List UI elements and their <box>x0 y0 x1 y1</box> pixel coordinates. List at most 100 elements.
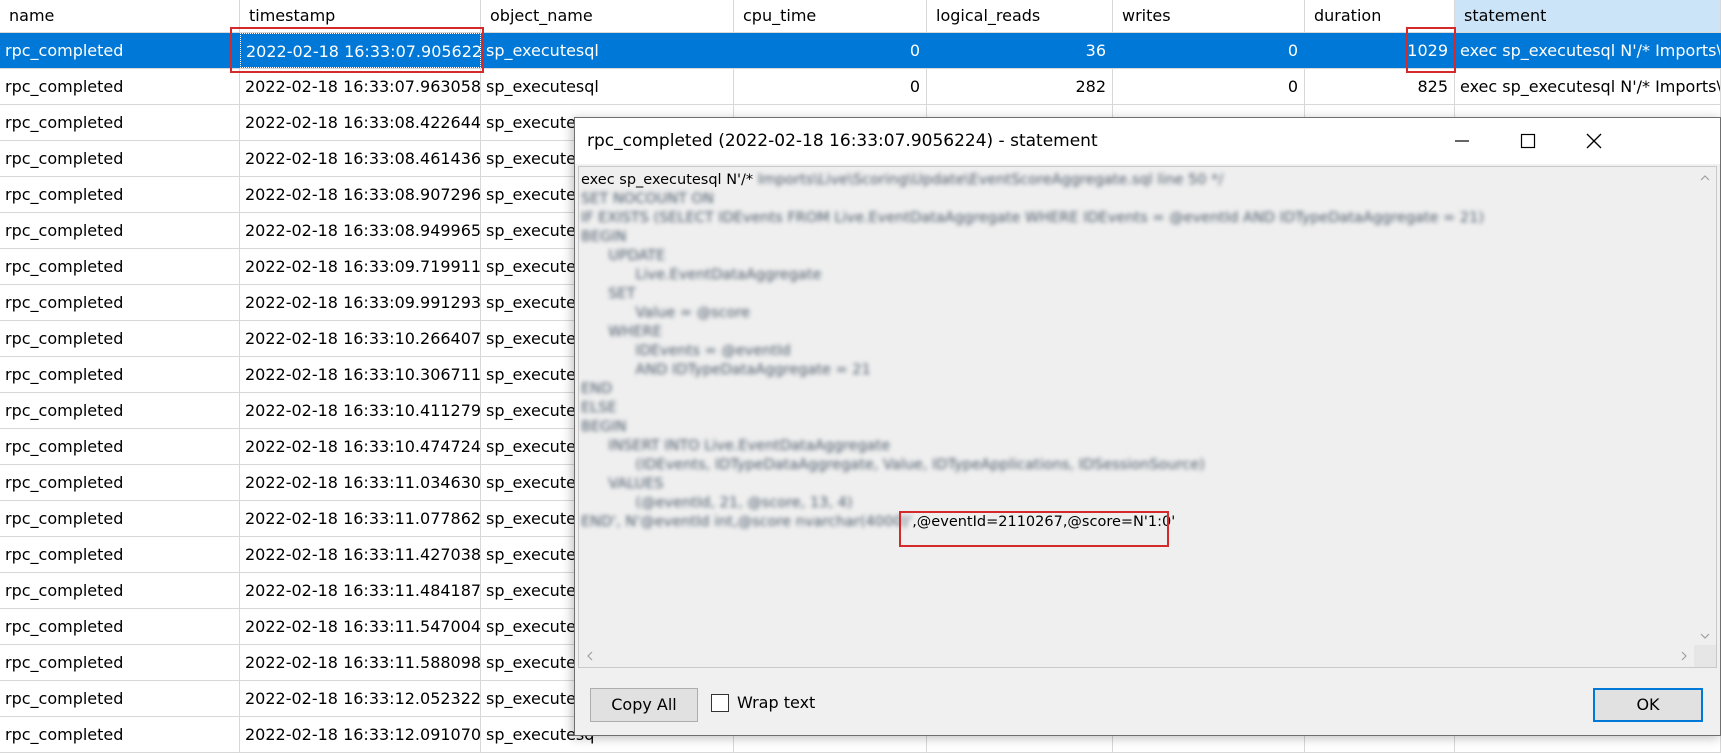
cell-timestamp[interactable]: 2022-02-18 16:33:08.4226442 <box>240 105 481 140</box>
cell-timestamp[interactable]: 2022-02-18 16:33:07.9056224 <box>240 33 481 68</box>
cell-timestamp[interactable]: 2022-02-18 16:33:10.3067118 <box>240 357 481 392</box>
statement-line: SET <box>599 286 636 302</box>
scroll-up-icon <box>1700 175 1710 181</box>
cell-timestamp[interactable]: 2022-02-18 16:33:11.5880981 <box>240 645 481 680</box>
statement-line: WHERE <box>599 324 662 340</box>
vertical-scrollbar[interactable] <box>1694 167 1716 647</box>
cell-cpu-time[interactable]: 0 <box>734 33 927 68</box>
statement-line: (IDEvents, IDTypeDataAggregate, Value, I… <box>617 457 1205 473</box>
cell-name[interactable]: rpc_completed <box>0 537 240 572</box>
column-header-cpu-time[interactable]: cpu_time <box>734 0 927 33</box>
cell-object-name[interactable]: sp_executesql <box>481 69 734 104</box>
maximize-icon <box>1520 133 1536 149</box>
cell-name[interactable]: rpc_completed <box>0 105 240 140</box>
cell-name[interactable]: rpc_completed <box>0 609 240 644</box>
copy-all-button[interactable]: Copy All <box>590 688 698 722</box>
cell-timestamp[interactable]: 2022-02-18 16:33:10.2664076 <box>240 321 481 356</box>
statement-line: VALUES <box>599 476 664 492</box>
cell-duration[interactable]: 1029 <box>1305 33 1455 68</box>
cell-name[interactable]: rpc_completed <box>0 141 240 176</box>
cell-name[interactable]: rpc_completed <box>0 717 240 752</box>
cell-name[interactable]: rpc_completed <box>0 69 240 104</box>
params-text: ,@eventId=2110267,@score=N'1:0' <box>912 514 1176 530</box>
statement-line: SET NOCOUNT ON <box>581 191 714 207</box>
cell-timestamp[interactable]: 2022-02-18 16:33:08.9499657 <box>240 213 481 248</box>
scroll-left-icon <box>587 651 593 661</box>
cell-name[interactable]: rpc_completed <box>0 465 240 500</box>
statement-text[interactable]: exec sp_executesql N'/* Imports\Live\Sco… <box>578 166 1717 668</box>
minimize-button[interactable] <box>1429 118 1495 164</box>
column-header-timestamp[interactable]: timestamp <box>240 0 481 33</box>
cell-timestamp[interactable]: 2022-02-18 16:33:11.0778621 <box>240 501 481 536</box>
cell-timestamp[interactable]: 2022-02-18 16:33:11.5470044 <box>240 609 481 644</box>
statement-line: IF EXISTS (SELECT IDEvents FROM Live.Eve… <box>581 210 1485 226</box>
statement-line: BEGIN <box>581 229 627 245</box>
cell-timestamp[interactable]: 2022-02-18 16:33:11.0346308 <box>240 465 481 500</box>
cell-timestamp[interactable]: 2022-02-18 16:33:09.7199117 <box>240 249 481 284</box>
cell-name[interactable]: rpc_completed <box>0 393 240 428</box>
close-button[interactable] <box>1561 118 1627 164</box>
cell-name[interactable]: rpc_completed <box>0 33 240 68</box>
table-row[interactable]: rpc_completed 2022-02-18 16:33:07.9056224… <box>0 33 1721 69</box>
dialog-title-bar[interactable]: rpc_completed (2022-02-18 16:33:07.90562… <box>575 118 1720 164</box>
cell-writes[interactable]: 0 <box>1113 69 1305 104</box>
cell-writes[interactable]: 0 <box>1113 33 1305 68</box>
scroll-down-icon <box>1700 633 1710 639</box>
column-header-object-name[interactable]: object_name <box>481 0 734 33</box>
cell-timestamp[interactable]: 2022-02-18 16:33:11.4270388 <box>240 537 481 572</box>
cell-name[interactable]: rpc_completed <box>0 501 240 536</box>
cell-timestamp[interactable]: 2022-02-18 16:33:12.0523223 <box>240 681 481 716</box>
statement-line: UPDATE <box>599 248 666 264</box>
column-header-duration[interactable]: duration <box>1305 0 1455 33</box>
cell-timestamp[interactable]: 2022-02-18 16:33:10.4747241 <box>240 429 481 464</box>
statement-line: END', N'@eventId int,@score nvarchar(400… <box>581 514 1176 530</box>
cell-statement[interactable]: exec sp_executesql N'/* Imports\Live <box>1455 69 1721 104</box>
statement-line: exec sp_executesql N'/* Imports\Live\Sco… <box>581 172 1224 188</box>
cell-cpu-time[interactable]: 0 <box>734 69 927 104</box>
column-header-name[interactable]: name <box>0 0 240 33</box>
cell-timestamp[interactable]: 2022-02-18 16:33:10.4112791 <box>240 393 481 428</box>
statement-line: AND IDTypeDataAggregate = 21 <box>617 362 871 378</box>
cell-name[interactable]: rpc_completed <box>0 429 240 464</box>
wrap-text-checkbox[interactable] <box>711 694 729 712</box>
statement-line: IDEvents = @eventId <box>617 343 791 359</box>
cell-timestamp[interactable]: 2022-02-18 16:33:08.9072960 <box>240 177 481 212</box>
cell-timestamp[interactable]: 2022-02-18 16:33:07.9630583 <box>240 69 481 104</box>
scroll-right-icon <box>1681 651 1687 661</box>
cell-name[interactable]: rpc_completed <box>0 213 240 248</box>
cell-object-name[interactable]: sp_executesql <box>481 33 734 68</box>
scrollbar-corner <box>1694 645 1716 667</box>
cell-name[interactable]: rpc_completed <box>0 357 240 392</box>
column-header-writes[interactable]: writes <box>1113 0 1305 33</box>
cell-logical-reads[interactable]: 36 <box>927 33 1113 68</box>
statement-line: BEGIN <box>581 419 627 435</box>
cell-name[interactable]: rpc_completed <box>0 321 240 356</box>
statement-dialog: rpc_completed (2022-02-18 16:33:07.90562… <box>574 117 1721 736</box>
cell-timestamp[interactable]: 2022-02-18 16:33:12.0910701 <box>240 717 481 752</box>
statement-line: Value = @score <box>617 305 751 321</box>
table-row[interactable]: rpc_completed 2022-02-18 16:33:07.9630583… <box>0 69 1721 105</box>
column-header-statement[interactable]: statement <box>1455 0 1721 33</box>
maximize-button[interactable] <box>1495 118 1561 164</box>
wrap-text-label[interactable]: Wrap text <box>737 692 815 714</box>
cell-logical-reads[interactable]: 282 <box>927 69 1113 104</box>
horizontal-scrollbar[interactable] <box>579 645 1695 667</box>
cell-name[interactable]: rpc_completed <box>0 645 240 680</box>
cell-name[interactable]: rpc_completed <box>0 681 240 716</box>
close-icon <box>1586 133 1602 149</box>
statement-line: ELSE <box>581 400 617 416</box>
cell-timestamp[interactable]: 2022-02-18 16:33:08.4614365 <box>240 141 481 176</box>
cell-name[interactable]: rpc_completed <box>0 285 240 320</box>
cell-timestamp[interactable]: 2022-02-18 16:33:11.4841877 <box>240 573 481 608</box>
cell-timestamp[interactable]: 2022-02-18 16:33:09.9912930 <box>240 285 481 320</box>
statement-line: Live.EventDataAggregate <box>617 267 822 283</box>
ok-button[interactable]: OK <box>1593 688 1703 722</box>
cell-name[interactable]: rpc_completed <box>0 573 240 608</box>
cell-duration[interactable]: 825 <box>1305 69 1455 104</box>
column-header-logical-reads[interactable]: logical_reads <box>927 0 1113 33</box>
cell-statement[interactable]: exec sp_executesql N'/* Imports\Live <box>1455 33 1721 68</box>
cell-name[interactable]: rpc_completed <box>0 249 240 284</box>
dialog-title: rpc_completed (2022-02-18 16:33:07.90562… <box>587 131 1098 151</box>
cell-name[interactable]: rpc_completed <box>0 177 240 212</box>
statement-line: INSERT INTO Live.EventDataAggregate <box>599 438 891 454</box>
